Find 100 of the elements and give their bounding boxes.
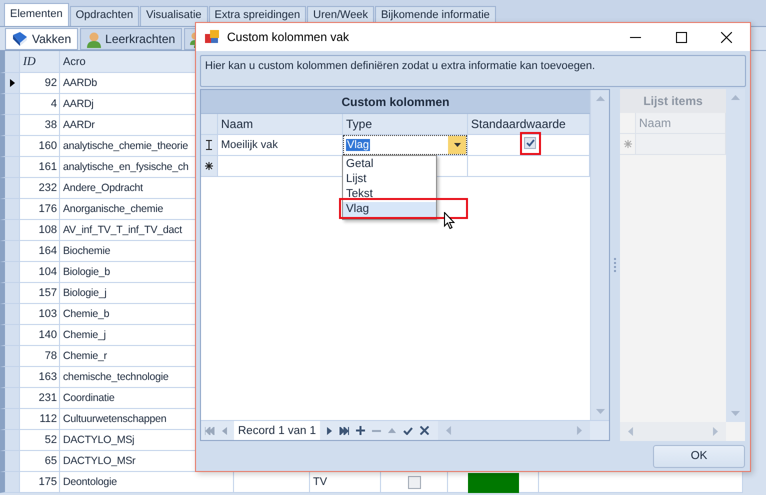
- tab[interactable]: Vakken: [5, 28, 78, 50]
- table-cell: 140: [20, 325, 60, 346]
- row-header: [0, 430, 20, 451]
- tab[interactable]: Visualisatie: [140, 6, 208, 26]
- scroll-left-icon: [628, 427, 633, 436]
- grid-title: Custom kolommen: [201, 90, 590, 114]
- type-dropdown[interactable]: Vlag: [343, 135, 467, 155]
- table-cell: 232: [20, 178, 60, 199]
- row-header: [0, 262, 20, 283]
- scroll-down-icon: [731, 411, 740, 416]
- column-header[interactable]: Naam: [218, 114, 343, 135]
- row-header: [0, 157, 20, 178]
- check-icon[interactable]: [403, 426, 413, 434]
- table-cell: AARDj: [63, 98, 94, 110]
- checkbox[interactable]: [524, 137, 536, 149]
- scroll-up-icon[interactable]: [596, 96, 604, 101]
- table-cell: 175: [20, 472, 60, 493]
- table-cell: 92: [20, 73, 60, 94]
- table-cell: Biologie_j: [63, 287, 107, 299]
- row-header: [0, 451, 20, 472]
- table-cell: 4: [20, 94, 60, 115]
- new-row-icon: [205, 162, 213, 170]
- table-cell: AARDr: [63, 119, 95, 131]
- table-cell: Anorganische_chemie: [63, 203, 164, 215]
- row-header: [0, 115, 20, 136]
- table-cell: Coordinatie: [63, 392, 114, 404]
- minus-icon[interactable]: [372, 430, 381, 432]
- row-header: [0, 346, 20, 367]
- row-header: [0, 199, 20, 220]
- row-header: [0, 220, 20, 241]
- ok-button[interactable]: OK: [653, 444, 745, 468]
- table-cell: 108: [20, 220, 60, 241]
- edit-cursor-icon: [206, 140, 212, 150]
- next-record-icon[interactable]: [327, 426, 332, 434]
- close-icon[interactable]: [721, 32, 732, 42]
- table-cell: DACTYLO_MSr: [63, 455, 136, 467]
- row-header: [0, 283, 20, 304]
- table-cell: Biologie_b: [63, 266, 110, 278]
- scroll-right-icon[interactable]: [577, 426, 582, 435]
- scroll-right-icon: [713, 427, 718, 436]
- window-title: Custom kolommen vak: [227, 30, 350, 44]
- scrollbar[interactable]: [590, 90, 609, 420]
- table-cell: analytische_en_fysische_ch: [63, 161, 189, 173]
- last-record-icon[interactable]: [339, 426, 349, 434]
- tab-label: Vakken: [32, 32, 72, 46]
- scroll-up-icon: [731, 95, 740, 100]
- dropdown-option[interactable]: Tekst: [343, 187, 436, 202]
- check-icon: [526, 139, 534, 147]
- tab-label: Leerkrachten: [105, 32, 176, 46]
- tab[interactable]: Leerkrachten: [80, 28, 182, 50]
- plus-icon[interactable]: [356, 426, 365, 435]
- table-cell: 160: [20, 136, 60, 157]
- dropdown-option[interactable]: Getal: [343, 157, 436, 172]
- row-header: [0, 388, 20, 409]
- table-cell: 157: [20, 283, 60, 304]
- table-cell: DACTYLO_MSj: [63, 434, 134, 446]
- table-cell: 161: [20, 157, 60, 178]
- up-icon[interactable]: [388, 428, 396, 433]
- book-icon: [11, 31, 29, 47]
- table-cell: 65: [20, 451, 60, 472]
- table-cell: Chemie_r: [63, 350, 107, 362]
- dropdown-option[interactable]: Vlag: [343, 202, 436, 217]
- cancel-icon[interactable]: [420, 426, 429, 435]
- row-header: [0, 325, 20, 346]
- column-header[interactable]: ID: [20, 51, 60, 73]
- maximize-icon[interactable]: [676, 32, 687, 42]
- tab[interactable]: Opdrachten: [70, 6, 140, 26]
- current-row-icon: [10, 79, 14, 87]
- table-cell: 78: [20, 346, 60, 367]
- table-cell: Chemie_j: [63, 329, 106, 341]
- mouse-pointer-icon: [444, 212, 455, 229]
- row-header: [0, 241, 20, 262]
- table-cell: 176: [20, 199, 60, 220]
- dropdown-option[interactable]: Lijst: [343, 172, 436, 187]
- row-header: [0, 178, 20, 199]
- row-header: [0, 304, 20, 325]
- table-cell: AARDb: [63, 77, 98, 89]
- table-cell: 103: [20, 304, 60, 325]
- table-cell: 112: [20, 409, 60, 430]
- column-header: Naam: [636, 113, 726, 134]
- table-cell: 38: [20, 115, 60, 136]
- table-cell: 52: [20, 430, 60, 451]
- scroll-left-icon[interactable]: [446, 426, 451, 435]
- table-cell: Biochemie: [63, 245, 110, 257]
- tab[interactable]: Elementen: [4, 3, 69, 26]
- first-record-icon[interactable]: [205, 426, 215, 434]
- checkbox[interactable]: [408, 476, 420, 488]
- table-cell: chemische_technologie: [63, 371, 169, 383]
- scroll-down-icon[interactable]: [596, 409, 604, 414]
- row-header: [0, 367, 20, 388]
- scrollbar[interactable]: [438, 421, 590, 440]
- app-icon: [205, 30, 219, 44]
- table-cell: Chemie_b: [63, 308, 110, 320]
- caret-icon: [454, 143, 460, 147]
- new-row-icon: [624, 140, 632, 148]
- table-cell: 104: [20, 262, 60, 283]
- previous-record-icon[interactable]: [222, 426, 227, 434]
- row-header: [0, 136, 20, 157]
- table-cell: Cultuurwetenschappen: [63, 413, 166, 425]
- table-cell: Andere_Opdracht: [63, 182, 143, 194]
